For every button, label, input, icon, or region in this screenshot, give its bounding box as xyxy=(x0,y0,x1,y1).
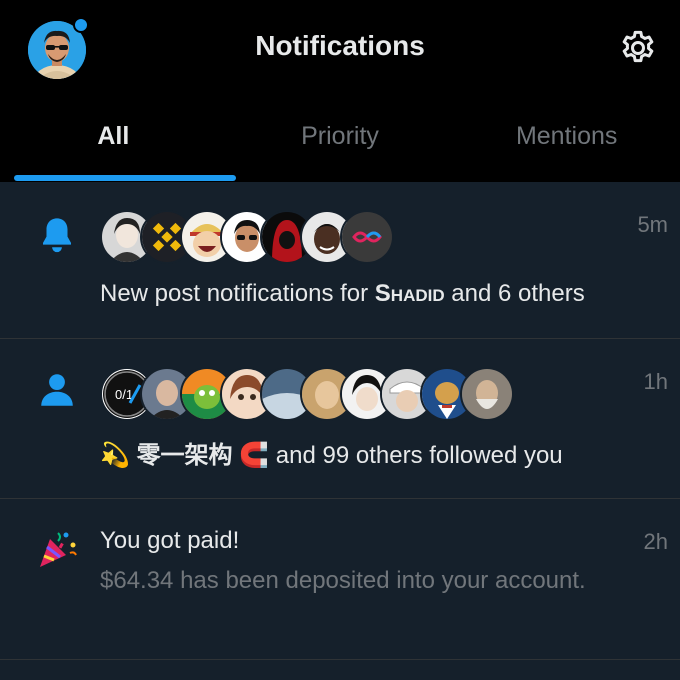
tab-priority[interactable]: Priority xyxy=(227,100,454,182)
notification-text: 💫 零一架构 🧲 and 99 others followed you xyxy=(100,435,563,470)
notification-title: You got paid! xyxy=(100,527,240,554)
tab-all[interactable]: All xyxy=(0,100,227,182)
person-icon xyxy=(36,369,78,411)
tab-label: All xyxy=(97,122,130,150)
top-bar: Notifications All Priority Mentions xyxy=(0,0,680,182)
gear-icon[interactable] xyxy=(618,28,658,68)
tab-bar: All Priority Mentions xyxy=(0,100,680,182)
notification-text: New post notifications for Shadid and 6 … xyxy=(100,280,585,308)
user-name[interactable]: Shadid xyxy=(375,280,445,307)
timestamp: 1h xyxy=(643,369,668,394)
notification-body: $64.34 has been deposited into your acco… xyxy=(100,567,586,594)
tab-label: Mentions xyxy=(515,122,618,150)
magnet-emoji: 🧲 xyxy=(239,442,270,469)
dizzy-emoji: 💫 xyxy=(100,442,130,469)
user-name[interactable]: 零一架构 xyxy=(137,441,233,469)
avatar[interactable] xyxy=(340,210,394,264)
notification-item[interactable]: 0/1 💫 零一架构 🧲 and 99 others followed you … xyxy=(0,339,680,499)
avatar-stack: 0/1 xyxy=(100,367,514,421)
timestamp: 5m xyxy=(637,212,668,237)
text-suffix: and 6 others xyxy=(444,280,585,307)
notification-item[interactable]: New post notifications for Shadid and 6 … xyxy=(0,182,680,339)
party-popper-icon xyxy=(36,527,78,569)
page-title: Notifications xyxy=(255,30,425,61)
bell-icon xyxy=(36,214,78,256)
tab-mentions[interactable]: Mentions xyxy=(453,100,680,182)
avatar[interactable] xyxy=(460,367,514,421)
active-tab-indicator xyxy=(14,175,236,181)
timestamp: 2h xyxy=(643,529,668,554)
text-suffix: and 99 others followed you xyxy=(269,442,563,469)
text-prefix: New post notifications for xyxy=(100,280,375,307)
avatar-stack xyxy=(100,210,394,264)
tab-label: Priority xyxy=(301,122,379,150)
